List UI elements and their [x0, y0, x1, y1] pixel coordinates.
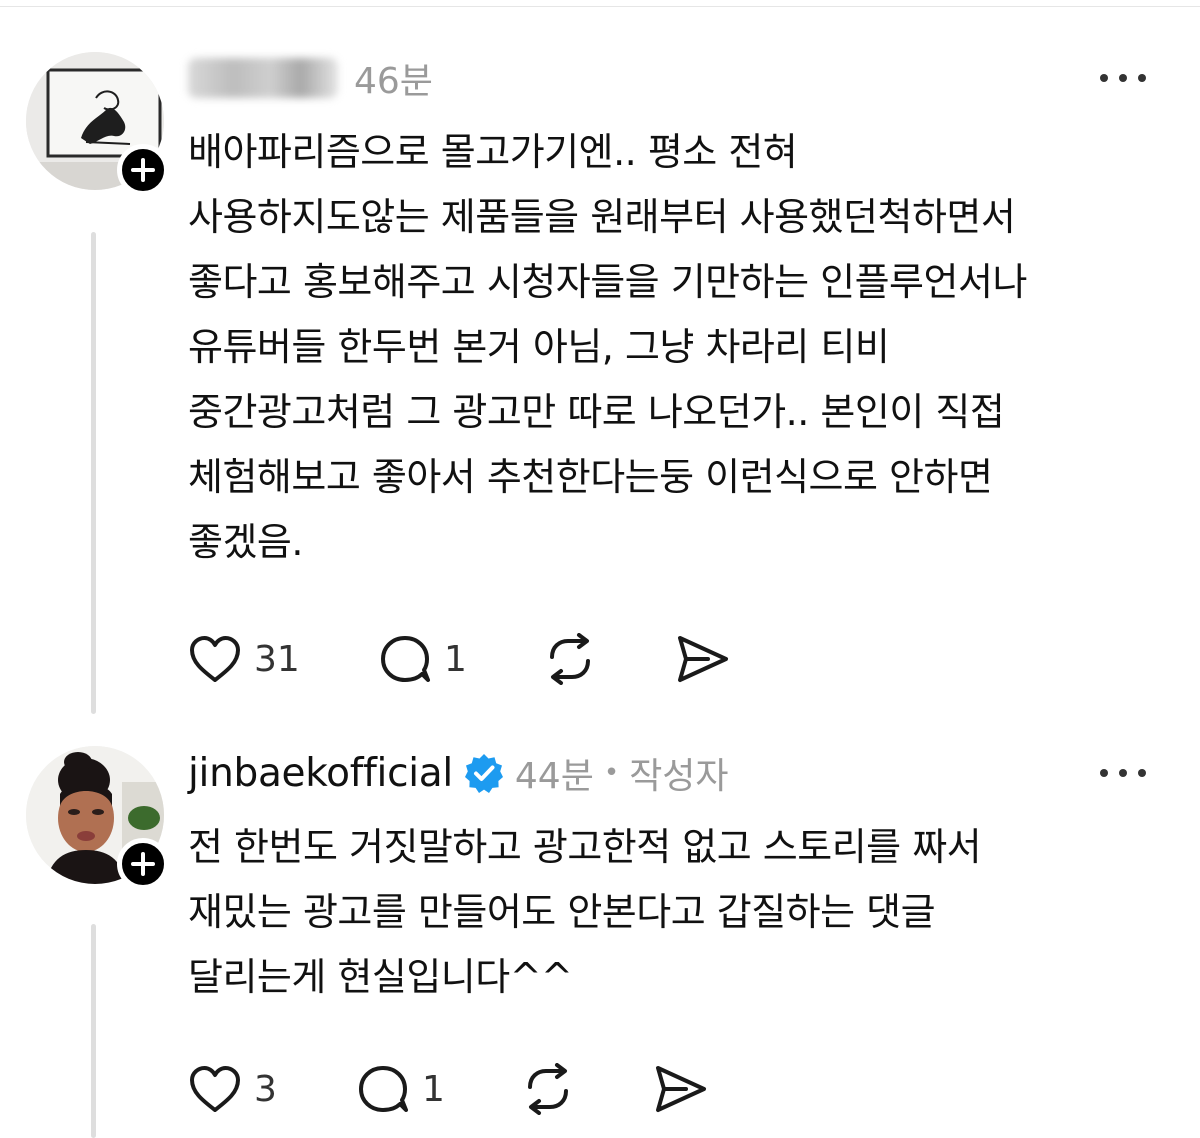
follow-button[interactable]	[117, 838, 169, 890]
top-divider	[0, 6, 1200, 7]
like-button[interactable]: 31	[188, 634, 378, 684]
heart-icon	[190, 636, 240, 682]
comment-time: 44분	[514, 756, 594, 797]
comment-1-actions: 31 1	[188, 630, 730, 688]
comment-1-avatar-wrap	[26, 52, 169, 196]
more-icon-dot	[1119, 769, 1127, 777]
comment-line: 좋다고 홍보해주고 시청자들을 기만하는 인플루언서나	[188, 260, 1027, 304]
comment-line: 사용하지도않는 제품들을 원래부터 사용했던척하면서	[188, 195, 1016, 239]
username-link[interactable]: jinbaekofficial	[188, 751, 453, 796]
comment-body: 배아파리즘으로 몰고가기엔.. 평소 전혀 사용하지도않는 제품들을 원래부터 …	[188, 120, 1168, 575]
more-icon-dot	[1138, 74, 1146, 82]
more-options-button[interactable]	[1100, 68, 1146, 88]
username-blurred[interactable]	[188, 58, 338, 98]
repost-button[interactable]	[542, 633, 674, 685]
heart-icon	[190, 1066, 240, 1112]
comment-2-actions: 3 1	[188, 1060, 708, 1118]
send-icon	[656, 1066, 706, 1112]
comment-body: 전 한번도 거짓말하고 광고한적 없고 스토리를 짜서 재밌는 광고를 만들어도…	[188, 815, 1168, 1010]
repost-icon	[528, 1063, 568, 1115]
like-count: 31	[254, 638, 300, 680]
like-button[interactable]: 3	[188, 1064, 356, 1114]
plus-icon	[131, 852, 155, 876]
thread-line	[91, 924, 96, 1138]
repost-button[interactable]	[520, 1063, 652, 1115]
comment-line: 유튜버들 한두번 본거 아님, 그냥 차라리 티비	[188, 325, 890, 369]
more-icon-dot	[1100, 74, 1108, 82]
like-count: 3	[254, 1068, 277, 1110]
comment-time: 46분	[354, 61, 433, 102]
comment-line: 재밌는 광고를 만들어도 안본다고 갑질하는 댓글	[188, 890, 936, 934]
share-button[interactable]	[652, 1064, 708, 1114]
meta-separator: •	[603, 758, 620, 788]
reply-button[interactable]: 1	[356, 1064, 520, 1114]
verified-badge-icon	[464, 754, 503, 793]
more-icon-dot	[1100, 769, 1108, 777]
share-button[interactable]	[674, 634, 730, 684]
repost-icon	[550, 633, 590, 685]
comment-1-header: 46분	[188, 48, 433, 108]
more-icon-dot	[1119, 74, 1127, 82]
comment-line: 달리는게 현실입니다^^	[188, 955, 573, 999]
comment-line: 중간광고처럼 그 광고만 따로 나오던가.. 본인이 직접	[188, 390, 1005, 434]
more-options-button[interactable]	[1100, 763, 1146, 783]
more-icon-dot	[1138, 769, 1146, 777]
reply-button[interactable]: 1	[378, 634, 542, 684]
comment-2-header: jinbaekofficial 44분 • 작성자	[188, 743, 729, 803]
reply-count: 1	[444, 638, 467, 680]
comment-line: 좋겠음.	[188, 520, 303, 564]
comment-line: 체험해보고 좋아서 추천한다는둥 이런식으로 안하면	[188, 455, 993, 499]
comment-line: 배아파리즘으로 몰고가기엔.. 평소 전혀	[188, 130, 798, 174]
follow-button[interactable]	[117, 144, 169, 196]
send-icon	[678, 636, 728, 682]
plus-icon	[131, 158, 155, 182]
comment-icon	[359, 1066, 408, 1112]
author-tag: 작성자	[629, 756, 729, 797]
comment-icon	[381, 636, 430, 682]
comment-line: 전 한번도 거짓말하고 광고한적 없고 스토리를 짜서	[188, 825, 982, 869]
thread-line	[91, 232, 96, 714]
comment-2-avatar-wrap	[26, 746, 169, 890]
reply-count: 1	[422, 1068, 445, 1110]
